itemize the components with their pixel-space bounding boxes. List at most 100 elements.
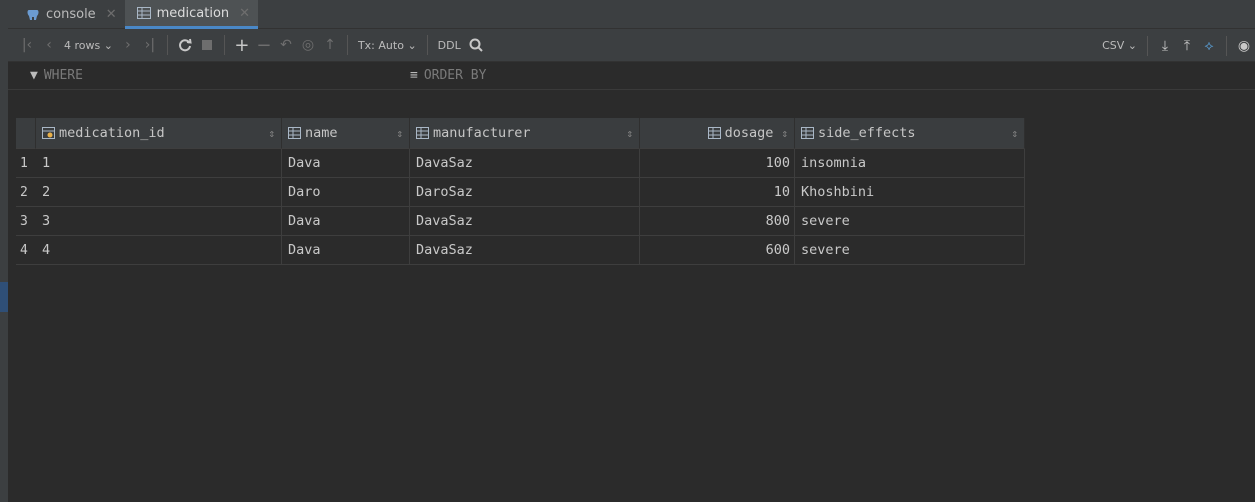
- table-row[interactable]: 4 4 Dava DavaSaz 600 severe: [16, 236, 1025, 265]
- divider: [1147, 35, 1148, 56]
- rows-count-dropdown[interactable]: 4 rows ⌄: [60, 33, 117, 57]
- tx-mode-label: Tx: Auto: [357, 38, 404, 52]
- column-header-dosage[interactable]: dosage ⇕: [640, 118, 795, 149]
- cell-medication-id[interactable]: 4: [36, 236, 282, 265]
- column-header-manufacturer[interactable]: manufacturer ⇕: [410, 118, 640, 149]
- view-icon[interactable]: ◉: [1233, 34, 1255, 58]
- filter-bar: ▼ WHERE ≡ ORDER BY: [8, 62, 1255, 90]
- cell-dosage[interactable]: 100: [640, 149, 795, 178]
- rows-count-label: 4 rows: [64, 38, 101, 52]
- cell-side-effects[interactable]: severe: [795, 236, 1025, 265]
- column-label: name: [305, 125, 338, 141]
- row-number[interactable]: 4: [16, 236, 36, 265]
- row-number[interactable]: 3: [16, 207, 36, 236]
- row-number[interactable]: 2: [16, 178, 36, 207]
- cell-medication-id[interactable]: 3: [36, 207, 282, 236]
- cell-manufacturer[interactable]: DavaSaz: [410, 236, 640, 265]
- row-number[interactable]: 1: [16, 149, 36, 178]
- stop-icon[interactable]: [196, 33, 218, 57]
- cell-side-effects[interactable]: severe: [795, 207, 1025, 236]
- cell-side-effects[interactable]: insomnia: [795, 149, 1025, 178]
- cell-name[interactable]: Dava: [282, 207, 410, 236]
- divider: [426, 35, 428, 55]
- column-header-name[interactable]: name ⇕: [282, 118, 410, 149]
- order-by-label: ORDER BY: [423, 68, 487, 83]
- next-page-icon[interactable]: ›: [117, 33, 139, 57]
- cell-manufacturer[interactable]: DavaSaz: [410, 149, 640, 178]
- column-label: manufacturer: [433, 125, 531, 141]
- upload-icon[interactable]: ⤒: [1176, 34, 1198, 58]
- table-row[interactable]: 2 2 Daro DaroSaz 10 Khoshbini: [16, 178, 1025, 207]
- search-icon[interactable]: [465, 33, 487, 57]
- sort-icon[interactable]: ⇕: [781, 127, 788, 140]
- divider: [1226, 35, 1227, 56]
- tx-mode-dropdown[interactable]: Tx: Auto ⌄: [354, 33, 421, 57]
- tab-console[interactable]: console ✕: [14, 0, 125, 29]
- chevron-down-icon: ⌄: [1127, 39, 1137, 52]
- where-label: WHERE: [43, 68, 83, 83]
- preview-icon[interactable]: ◎: [297, 33, 319, 57]
- cell-dosage[interactable]: 800: [640, 207, 795, 236]
- cell-manufacturer[interactable]: DaroSaz: [410, 178, 640, 207]
- column-label: side_effects: [818, 125, 916, 141]
- ddl-button[interactable]: DDL: [434, 33, 465, 57]
- column-icon: [416, 127, 429, 139]
- delete-row-icon[interactable]: −: [253, 33, 275, 57]
- export-format-dropdown[interactable]: CSV ⌄: [1098, 34, 1141, 58]
- sort-icon[interactable]: ⇕: [1011, 127, 1018, 140]
- postgres-elephant-icon: [26, 8, 40, 22]
- column-header-medication-id[interactable]: medication_id ⇕: [36, 118, 282, 149]
- export-format-label: CSV: [1102, 39, 1125, 52]
- gutter-marker: [0, 282, 8, 312]
- tab-medication[interactable]: medication ✕: [124, 0, 259, 29]
- chevron-down-icon: ⌄: [103, 38, 113, 52]
- data-toolbar: |‹ ‹ 4 rows ⌄ › ›| + − ↶ ◎ ↑ Tx: Auto ⌄ …: [8, 29, 1255, 62]
- column-label: medication_id: [59, 125, 165, 141]
- sort-icon: ≡: [410, 68, 418, 83]
- where-filter[interactable]: ▼ WHERE: [30, 68, 83, 83]
- cell-name[interactable]: Daro: [282, 178, 410, 207]
- cell-name[interactable]: Dava: [282, 149, 410, 178]
- submit-icon[interactable]: ↑: [319, 33, 341, 57]
- cell-name[interactable]: Dava: [282, 236, 410, 265]
- header-row: medication_id ⇕ name ⇕ manufacturer ⇕ do…: [16, 118, 1025, 149]
- prev-page-icon[interactable]: ‹: [38, 33, 60, 57]
- cell-manufacturer[interactable]: DavaSaz: [410, 207, 640, 236]
- column-icon: [707, 127, 721, 139]
- cell-dosage[interactable]: 600: [640, 236, 795, 265]
- download-icon[interactable]: ⤓: [1154, 34, 1176, 58]
- refresh-icon[interactable]: [174, 33, 196, 57]
- filter-icon: ▼: [30, 68, 38, 83]
- table-row[interactable]: 1 1 Dava DavaSaz 100 insomnia: [16, 149, 1025, 178]
- column-icon: [288, 127, 301, 139]
- close-icon[interactable]: ✕: [106, 7, 117, 22]
- primary-key-icon: [42, 127, 55, 139]
- row-number-header: [16, 118, 36, 149]
- sort-icon[interactable]: ⇕: [396, 127, 403, 140]
- close-icon[interactable]: ✕: [239, 6, 250, 21]
- left-gutter: [0, 0, 8, 502]
- table-row[interactable]: 3 3 Dava DavaSaz 800 severe: [16, 207, 1025, 236]
- divider: [346, 35, 348, 55]
- divider: [166, 35, 168, 55]
- column-label: dosage: [724, 125, 774, 141]
- editor-frame: console ✕ medication ✕ |‹ ‹ 4 rows ⌄ › ›…: [8, 0, 1255, 502]
- column-icon: [801, 127, 814, 139]
- cell-medication-id[interactable]: 2: [36, 178, 282, 207]
- toolbar-right: CSV ⌄ ⤓ ⤒ ⟡ ◉: [1098, 29, 1255, 62]
- compare-icon[interactable]: ⟡: [1198, 34, 1220, 58]
- sort-icon[interactable]: ⇕: [268, 127, 275, 140]
- order-by-filter[interactable]: ≡ ORDER BY: [410, 68, 486, 83]
- cell-dosage[interactable]: 10: [640, 178, 795, 207]
- tab-label: medication: [156, 5, 230, 21]
- revert-icon[interactable]: ↶: [275, 33, 297, 57]
- table-icon: [136, 7, 151, 19]
- divider: [223, 35, 225, 55]
- cell-side-effects[interactable]: Khoshbini: [795, 178, 1025, 207]
- cell-medication-id[interactable]: 1: [36, 149, 282, 178]
- add-row-icon[interactable]: +: [231, 33, 253, 57]
- column-header-side-effects[interactable]: side_effects ⇕: [795, 118, 1025, 149]
- first-page-icon[interactable]: |‹: [16, 33, 38, 57]
- last-page-icon[interactable]: ›|: [139, 33, 161, 57]
- sort-icon[interactable]: ⇕: [626, 127, 633, 140]
